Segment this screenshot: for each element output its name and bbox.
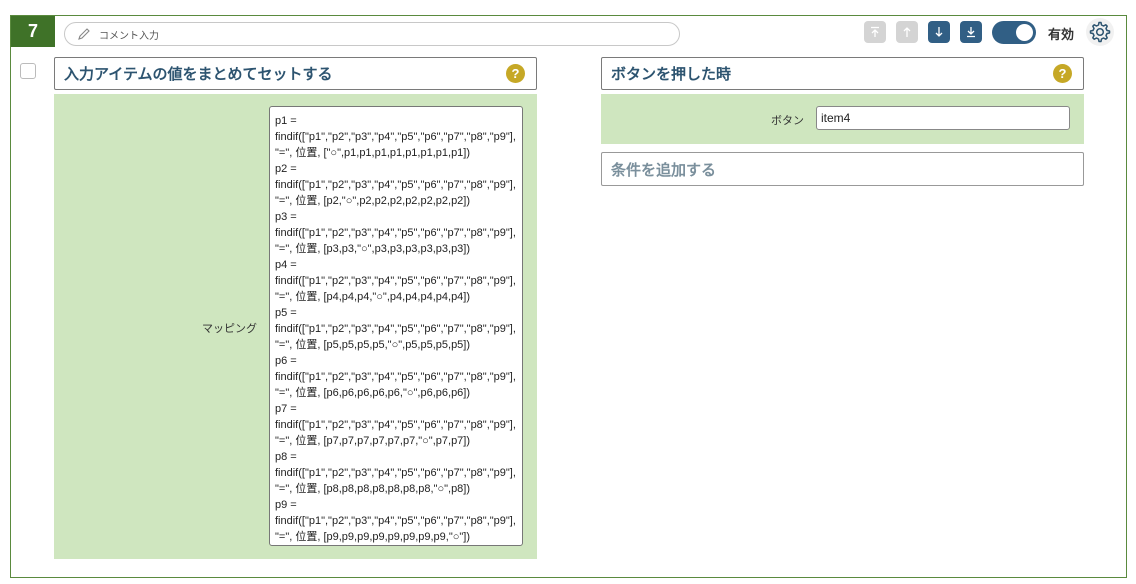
comment-placeholder: コメント入力 <box>99 30 159 42</box>
help-icon[interactable]: ? <box>506 64 525 83</box>
move-top-button[interactable] <box>864 21 886 43</box>
move-top-icon <box>871 26 879 37</box>
action-title: 入力アイテムの値をまとめてセットする <box>64 65 333 83</box>
button-field-input[interactable]: item4 <box>816 106 1070 130</box>
move-up-button[interactable] <box>896 21 918 43</box>
action-header: 入力アイテムの値をまとめてセットする ? <box>54 57 537 90</box>
move-down-icon <box>935 27 943 37</box>
add-condition-label: 条件を追加する <box>611 160 717 179</box>
pencil-icon <box>77 27 91 41</box>
add-condition-button[interactable]: 条件を追加する <box>601 152 1084 186</box>
help-icon[interactable]: ? <box>1053 64 1072 83</box>
gear-icon <box>1089 21 1111 43</box>
enabled-label: 有効 <box>1048 28 1075 43</box>
trigger-title: ボタンを押した時 <box>611 65 732 83</box>
mapping-textarea[interactable]: p1 = findif(["p1","p2","p3","p4","p5","p… <box>269 106 523 546</box>
item-number-badge: 7 <box>11 16 55 47</box>
toggle-knob <box>1016 24 1033 41</box>
comment-input[interactable]: コメント入力 <box>64 22 680 46</box>
move-bottom-icon <box>967 27 975 38</box>
enabled-toggle[interactable] <box>992 21 1036 44</box>
move-up-icon <box>903 27 911 37</box>
move-bottom-button[interactable] <box>960 21 982 43</box>
select-checkbox[interactable] <box>20 63 36 79</box>
move-down-button[interactable] <box>928 21 950 43</box>
mapping-label: マッピング <box>202 322 257 335</box>
button-field-label: ボタン <box>771 114 804 127</box>
trigger-header: ボタンを押した時 ? <box>601 57 1084 90</box>
settings-button[interactable] <box>1086 18 1114 46</box>
